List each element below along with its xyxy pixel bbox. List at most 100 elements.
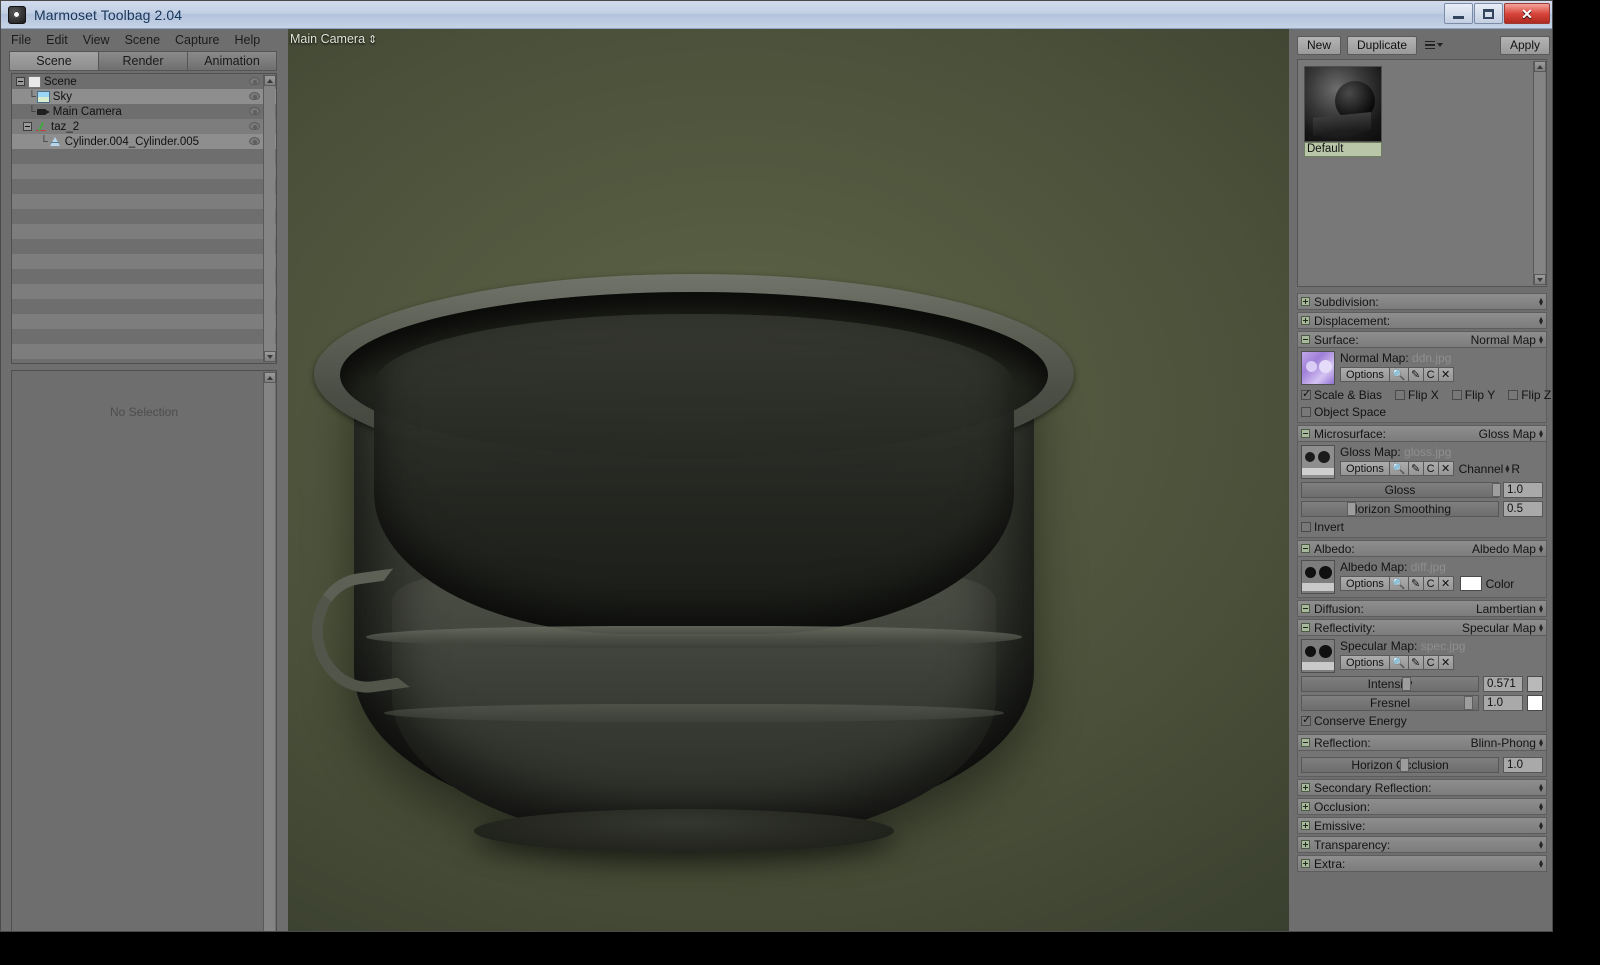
options-button[interactable]: Options	[1340, 367, 1390, 382]
options-button[interactable]: Options	[1340, 461, 1390, 476]
spinner-icon[interactable]: ▴ ▾	[1539, 427, 1543, 439]
collapse-minus-icon[interactable]	[1301, 544, 1310, 553]
specular-map-thumbnail[interactable]	[1301, 639, 1335, 673]
channel-selector[interactable]: Channel ▴ ▾ R	[1459, 462, 1520, 476]
intensity-color-swatch[interactable]	[1527, 676, 1543, 692]
slider-handle[interactable]	[1492, 483, 1502, 497]
horizon-smoothing-value-field[interactable]: 0.5	[1503, 501, 1543, 517]
section-value[interactable]: Normal Map ▴ ▾	[1471, 333, 1543, 347]
checkbox-flip-x[interactable]: Flip X	[1395, 388, 1439, 402]
scrollbar-down-icon[interactable]	[264, 351, 276, 362]
section-value[interactable]: Albedo Map ▴ ▾	[1472, 542, 1543, 556]
clear-x-icon[interactable]: ✕	[1438, 367, 1454, 382]
intensity-value-field[interactable]: 0.571	[1483, 676, 1523, 692]
section-value[interactable]: ▴ ▾	[1539, 800, 1543, 812]
expand-plus-icon[interactable]	[1301, 859, 1310, 868]
visibility-eye-icon[interactable]	[249, 77, 260, 85]
expand-plus-icon[interactable]	[1301, 802, 1310, 811]
expand-plus-icon[interactable]	[1301, 316, 1310, 325]
scrollbar-up-icon[interactable]	[264, 372, 276, 383]
fresnel-slider[interactable]: Fresnel	[1301, 695, 1479, 711]
collapse-minus-icon[interactable]	[1301, 335, 1310, 344]
duplicate-material-button[interactable]: Duplicate	[1347, 35, 1418, 55]
visibility-eye-icon[interactable]	[249, 137, 260, 145]
section-header-occlusion[interactable]: Occlusion: ▴ ▾	[1297, 798, 1547, 815]
scene-tree-scrollbar[interactable]	[263, 75, 276, 362]
search-icon[interactable]: 🔍	[1389, 367, 1409, 382]
section-value[interactable]: ▴ ▾	[1539, 295, 1543, 307]
reload-icon[interactable]: C	[1423, 655, 1439, 670]
section-value[interactable]: ▴ ▾	[1539, 819, 1543, 831]
scrollbar-up-icon[interactable]	[264, 75, 276, 86]
checkbox-flip-z[interactable]: Flip Z	[1508, 388, 1551, 402]
material-preview-thumbnail[interactable]	[1304, 66, 1382, 142]
spinner-icon[interactable]: ▴ ▾	[1539, 857, 1543, 869]
section-value[interactable]: Blinn-Phong ▴ ▾	[1471, 736, 1543, 750]
albedo-color-swatch[interactable]	[1459, 576, 1482, 591]
normal-map-thumbnail[interactable]	[1301, 351, 1335, 385]
collapse-minus-icon[interactable]	[1301, 604, 1310, 613]
search-icon[interactable]: 🔍	[1389, 461, 1409, 476]
slider-handle[interactable]	[1347, 502, 1357, 516]
section-value[interactable]: ▴ ▾	[1539, 781, 1543, 793]
material-menu-button[interactable]	[1423, 40, 1444, 50]
edit-pencil-icon[interactable]: ✎	[1408, 655, 1424, 670]
reload-icon[interactable]: C	[1423, 367, 1439, 382]
visibility-eye-icon[interactable]	[249, 107, 260, 115]
gloss-slider[interactable]: Gloss	[1301, 482, 1502, 498]
scrollbar-up-icon[interactable]	[1534, 61, 1546, 72]
reload-icon[interactable]: C	[1423, 576, 1439, 591]
menu-item-file[interactable]: File	[11, 33, 31, 47]
spinner-icon[interactable]: ▴ ▾	[1539, 838, 1543, 850]
camera-spinner-icon[interactable]: ⇕	[368, 34, 377, 46]
gloss-map-thumbnail[interactable]	[1301, 445, 1335, 479]
spinner-icon[interactable]: ▴ ▾	[1539, 819, 1543, 831]
camera-selector[interactable]: Main Camera ⇕	[290, 32, 377, 46]
section-value[interactable]: Gloss Map ▴ ▾	[1479, 427, 1543, 441]
material-item-default[interactable]: Default	[1304, 66, 1382, 157]
checkbox-flip-y[interactable]: Flip Y	[1451, 388, 1495, 402]
section-header-emissive[interactable]: Emissive: ▴ ▾	[1297, 817, 1547, 834]
section-header-displacement[interactable]: Displacement: ▴ ▾	[1297, 312, 1547, 329]
section-value[interactable]: Specular Map ▴ ▾	[1462, 621, 1543, 635]
checkbox-icon[interactable]	[1508, 390, 1519, 400]
tree-item-main-camera[interactable]: └ Main Camera	[12, 104, 276, 119]
spinner-icon[interactable]: ▴ ▾	[1539, 542, 1543, 554]
section-header-reflection[interactable]: Reflection: Blinn-Phong ▴ ▾	[1297, 734, 1547, 751]
expander-icon[interactable]	[16, 77, 25, 86]
tree-item-sky[interactable]: └ Sky	[12, 89, 276, 104]
checkbox-object-space[interactable]: Object Space	[1301, 405, 1386, 419]
close-button[interactable]: ✕	[1504, 3, 1550, 24]
menu-item-view[interactable]: View	[83, 33, 110, 47]
clear-x-icon[interactable]: ✕	[1438, 461, 1454, 476]
spinner-icon[interactable]: ▴ ▾	[1539, 602, 1543, 614]
spinner-icon[interactable]: ▴ ▾	[1539, 736, 1543, 748]
tab-scene[interactable]: Scene	[9, 51, 98, 71]
new-material-button[interactable]: New	[1297, 35, 1342, 55]
spinner-icon[interactable]: ▴ ▾	[1505, 462, 1509, 474]
properties-scrollbar[interactable]	[263, 372, 276, 931]
edit-pencil-icon[interactable]: ✎	[1408, 367, 1424, 382]
material-list-scrollbar[interactable]	[1533, 61, 1546, 285]
horizon-occlusion-value-field[interactable]: 1.0	[1503, 757, 1543, 773]
section-header-extra[interactable]: Extra: ▴ ▾	[1297, 855, 1547, 872]
section-value[interactable]: Lambertian ▴ ▾	[1476, 602, 1543, 616]
intensity-slider[interactable]: Intensity	[1301, 676, 1479, 692]
edit-pencil-icon[interactable]: ✎	[1408, 576, 1424, 591]
checkbox-scale-bias[interactable]: Scale & Bias	[1301, 387, 1382, 402]
fresnel-color-swatch[interactable]	[1527, 695, 1543, 711]
expand-plus-icon[interactable]	[1301, 297, 1310, 306]
spinner-icon[interactable]: ▴ ▾	[1539, 295, 1543, 307]
slider-handle[interactable]	[1463, 696, 1473, 710]
slider-handle[interactable]	[1402, 677, 1412, 691]
tree-item-taz2[interactable]: taz_2	[12, 119, 276, 134]
tree-item-cylinder[interactable]: └ Cylinder.004_Cylinder.005	[12, 134, 276, 149]
edit-pencil-icon[interactable]: ✎	[1408, 461, 1424, 476]
section-header-subdivision[interactable]: Subdivision: ▴ ▾	[1297, 293, 1547, 310]
collapse-minus-icon[interactable]	[1301, 623, 1310, 632]
spinner-icon[interactable]: ▴ ▾	[1539, 314, 1543, 326]
checkbox-icon[interactable]	[1301, 387, 1311, 400]
menu-item-scene[interactable]: Scene	[125, 33, 160, 47]
section-header-microsurface[interactable]: Microsurface: Gloss Map ▴ ▾	[1297, 425, 1547, 442]
checkbox-icon[interactable]	[1451, 390, 1462, 400]
